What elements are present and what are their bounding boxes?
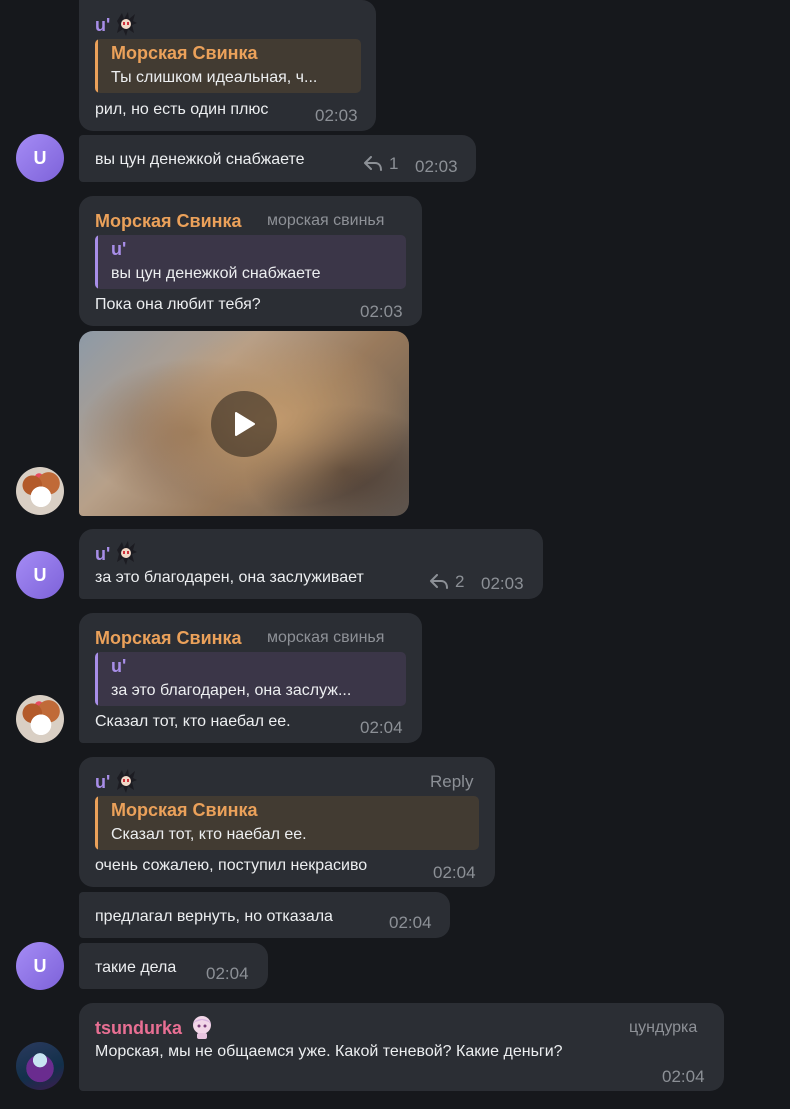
- avatar[interactable]: [16, 695, 64, 743]
- sender-name[interactable]: u': [95, 14, 110, 36]
- reply-count[interactable]: 2: [429, 572, 464, 592]
- member-rank: морская свинья: [267, 629, 385, 646]
- anime-character-emoji-icon: [193, 1016, 211, 1039]
- message-bubble[interactable]: вы цун денежкой снабжаете 1 02:03: [79, 135, 476, 182]
- reply-arrow-icon: [364, 156, 382, 171]
- message-time: 02:04: [360, 718, 403, 737]
- message-bubble[interactable]: u' Морская Свинка Ты слишком идеальная, …: [79, 0, 376, 131]
- message-text: очень сожалею, поступил некрасиво: [95, 857, 368, 874]
- reply-quote[interactable]: u' за это благодарен, она заслуж...: [95, 652, 406, 706]
- message-bubble[interactable]: такие дела 02:04: [79, 943, 268, 989]
- quote-author: u': [111, 656, 127, 676]
- avatar-initial: U: [33, 955, 47, 976]
- video-thumbnail[interactable]: [79, 331, 409, 516]
- avatar[interactable]: [16, 1042, 64, 1090]
- message-text: Морская, мы не общаемся уже. Какой тенев…: [95, 1043, 563, 1060]
- message-bubble[interactable]: u' за это благодарен, она заслуживает 2 …: [79, 529, 543, 599]
- message-time: 02:03: [360, 302, 403, 321]
- quote-author: Морская Свинка: [111, 800, 258, 820]
- member-rank: морская свинья: [267, 212, 385, 229]
- quote-bar: [95, 235, 98, 289]
- message-time: 02:04: [662, 1067, 705, 1086]
- message-time: 02:03: [481, 574, 524, 593]
- message-time: 02:03: [415, 157, 458, 176]
- message-bubble[interactable]: tsundurka цундурка Морская, мы не общаем…: [79, 1003, 724, 1091]
- avatar[interactable]: [16, 467, 64, 515]
- quote-bar: [95, 652, 98, 706]
- member-rank: цундурка: [629, 1019, 698, 1036]
- quote-bar: [95, 39, 98, 93]
- message-text: рил, но есть один плюс: [95, 101, 269, 118]
- message-text: за это благодарен, она заслуживает: [95, 569, 364, 586]
- quote-text: Сказал тот, кто наебал ее.: [111, 826, 307, 843]
- reply-quote[interactable]: Морская Свинка Сказал тот, кто наебал ее…: [95, 796, 479, 850]
- message-text: такие дела: [95, 959, 177, 976]
- reply-count[interactable]: 1: [363, 154, 398, 174]
- sender-name[interactable]: u': [95, 543, 110, 565]
- sender-name[interactable]: Морская Свинка: [95, 210, 242, 232]
- message-text: предлагал вернуть, но отказала: [95, 908, 333, 925]
- sender-name[interactable]: tsundurka: [95, 1017, 182, 1039]
- play-button[interactable]: [211, 390, 277, 457]
- quote-text: вы цун денежкой снабжаете: [111, 265, 321, 282]
- reply-quote[interactable]: u' вы цун денежкой снабжаете: [95, 235, 406, 289]
- avatar[interactable]: U: [16, 551, 64, 599]
- quote-author: Морская Свинка: [111, 43, 258, 63]
- anime-character-emoji-icon: [117, 541, 137, 565]
- reply-count-value: 2: [455, 572, 465, 591]
- avatar[interactable]: U: [16, 134, 64, 182]
- avatar[interactable]: U: [16, 942, 64, 990]
- message-time: 02:04: [389, 913, 432, 932]
- message-text: Сказал тот, кто наебал ее.: [95, 713, 291, 730]
- avatar-initial: U: [33, 147, 47, 168]
- message-bubble[interactable]: u' Reply Морская Свинка Сказал тот, кто …: [79, 757, 495, 887]
- message-text: Пока она любит тебя?: [95, 296, 261, 313]
- quote-text: за это благодарен, она заслуж...: [111, 682, 352, 699]
- reply-arrow-icon: [430, 574, 448, 589]
- quote-text: Ты слишком идеальная, ч...: [111, 69, 318, 86]
- sender-name[interactable]: Морская Свинка: [95, 627, 242, 649]
- play-icon: [235, 411, 255, 436]
- reply-quote[interactable]: Морская Свинка Ты слишком идеальная, ч..…: [95, 39, 361, 93]
- avatar-initial: U: [33, 564, 47, 585]
- message-time: 02:03: [315, 106, 358, 125]
- message-bubble[interactable]: Морская Свинка морская свинья u' за это …: [79, 613, 422, 743]
- message-text: вы цун денежкой снабжаете: [95, 151, 305, 168]
- message-time: 02:04: [206, 964, 249, 983]
- quote-bar: [95, 796, 98, 850]
- anime-character-emoji-icon: [117, 12, 137, 36]
- message-bubble[interactable]: Морская Свинка морская свинья u' вы цун …: [79, 196, 422, 326]
- message-time: 02:04: [433, 863, 476, 882]
- anime-character-emoji-icon: [117, 769, 137, 793]
- reply-count-value: 1: [389, 154, 399, 173]
- sender-name[interactable]: u': [95, 771, 110, 793]
- quote-author: u': [111, 239, 127, 259]
- message-bubble[interactable]: предлагал вернуть, но отказала 02:04: [79, 892, 450, 938]
- reply-button[interactable]: Reply: [430, 772, 473, 792]
